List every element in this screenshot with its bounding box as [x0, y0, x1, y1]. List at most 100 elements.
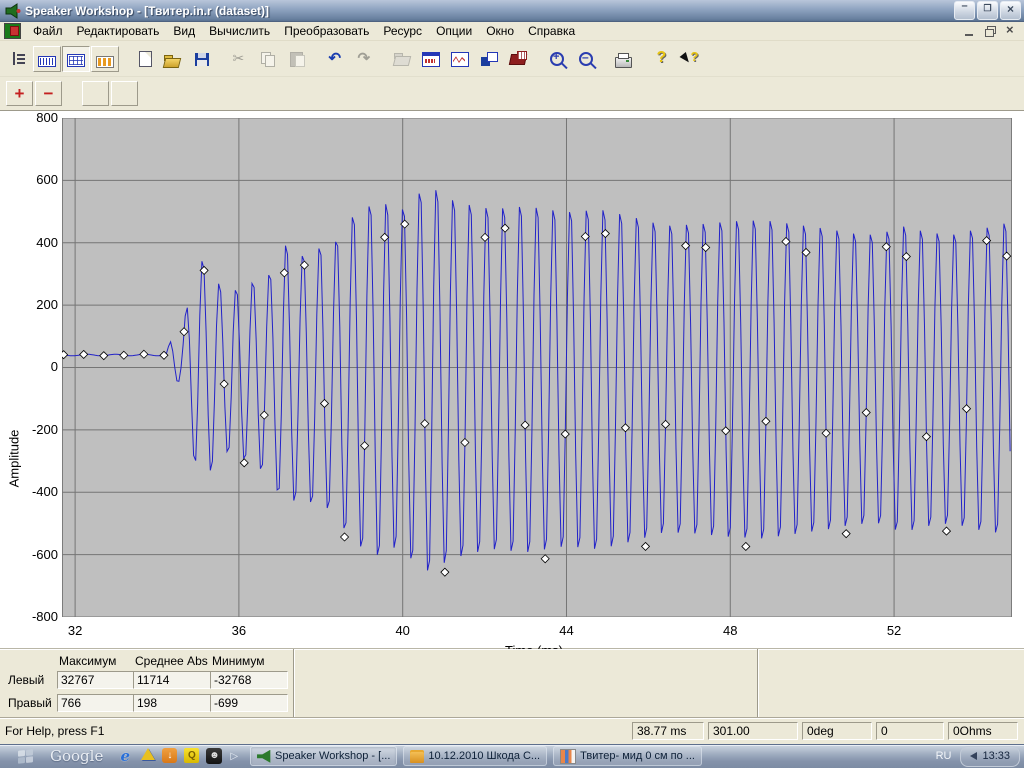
- chart-line-button[interactable]: [446, 46, 474, 72]
- stats-row-label: Правый: [8, 696, 52, 710]
- save-chart-button[interactable]: [475, 46, 503, 72]
- y-tick-label: 0: [14, 359, 58, 374]
- copy-button: [254, 46, 282, 72]
- taskbar-window-button-1[interactable]: Speaker Workshop - [...: [250, 746, 397, 766]
- restore-button[interactable]: [977, 1, 998, 20]
- help-button[interactable]: [647, 46, 675, 72]
- windows-start-icon[interactable]: [18, 749, 33, 764]
- view-ruler-icon: [38, 56, 56, 67]
- tree-view-icon: [10, 51, 27, 67]
- volume-tray-icon[interactable]: [970, 752, 977, 760]
- menu-item-3[interactable]: Вид: [166, 22, 202, 40]
- x-tick-label: 32: [58, 623, 92, 638]
- menu-bar: ФайлРедактироватьВидВычислитьПреобразова…: [0, 22, 1024, 41]
- daemon-tools-icon[interactable]: [141, 748, 155, 760]
- menu-item-8[interactable]: Окно: [479, 22, 521, 40]
- menu-item-1[interactable]: Файл: [26, 22, 70, 40]
- remove-point-button[interactable]: −: [35, 81, 62, 106]
- stats-value-field: 198: [133, 694, 211, 712]
- blank-2-button: [111, 81, 138, 106]
- mdi-close-button[interactable]: [1001, 23, 1020, 39]
- view-ruler-button[interactable]: [33, 46, 61, 72]
- taskbar: Google e ↓ Q ☻ ▷ Speaker Workshop - [... 10.…: [0, 744, 1024, 768]
- view-table-dotted-button[interactable]: [62, 46, 90, 72]
- menu-item-2[interactable]: Редактировать: [70, 22, 167, 40]
- minimize-button[interactable]: [954, 1, 975, 20]
- context-help-icon: [682, 51, 699, 67]
- download-manager-icon[interactable]: ↓: [162, 748, 177, 763]
- menu-item-7[interactable]: Опции: [429, 22, 479, 40]
- waveform-chart: Amplitude Time (ms) 8006004002000-200-40…: [0, 111, 1024, 649]
- y-tick-label: 600: [14, 172, 58, 187]
- zoom-out-button[interactable]: [571, 46, 599, 72]
- view-table-cells-button[interactable]: [91, 46, 119, 72]
- redo-button: [350, 46, 378, 72]
- system-tray[interactable]: 13:33: [960, 746, 1020, 767]
- menu-item-6[interactable]: Ресурс: [376, 22, 429, 40]
- waveform-svg: [62, 118, 1012, 617]
- context-help-button[interactable]: [676, 46, 704, 72]
- stats-value-field: 766: [57, 694, 135, 712]
- export-chart-button[interactable]: [504, 46, 532, 72]
- media-player-icon[interactable]: ☻: [206, 748, 222, 764]
- taskbar-window-button-3[interactable]: Твитер- мид 0 см по ...: [553, 746, 702, 766]
- mdi-restore-button[interactable]: [981, 23, 1000, 39]
- undo-button[interactable]: [321, 46, 349, 72]
- x-tick-label: 48: [713, 623, 747, 638]
- view-table-cells-icon: [96, 56, 114, 68]
- stats-header: Минимум: [212, 654, 265, 668]
- x-tick-label: 52: [877, 623, 911, 638]
- status-bar: For Help, press F1 38.77 ms301.000deg00O…: [0, 718, 1024, 743]
- taskbar-clock: 13:33: [982, 750, 1010, 762]
- zoom-out-icon: [579, 52, 593, 66]
- chart-line-icon: [451, 52, 469, 67]
- zoom-in-icon: [550, 52, 564, 66]
- save-chart-icon: [481, 51, 498, 67]
- plot-area[interactable]: [62, 118, 1012, 617]
- view-table-dotted-icon: [67, 54, 85, 67]
- zoom-in-button[interactable]: [542, 46, 570, 72]
- menu-item-9[interactable]: Справка: [521, 22, 582, 40]
- tree-view-button[interactable]: [4, 46, 32, 72]
- help-icon: [653, 51, 670, 67]
- folder-task-icon: [410, 750, 424, 763]
- add-point-button[interactable]: +: [6, 81, 33, 106]
- save-button[interactable]: [187, 46, 215, 72]
- qip-messenger-icon[interactable]: Q: [184, 748, 199, 763]
- y-tick-label: -200: [14, 422, 58, 437]
- new-document-button[interactable]: [129, 46, 157, 72]
- dataset-toolbar: +−: [0, 77, 1024, 111]
- google-deskbar[interactable]: Google: [50, 747, 103, 765]
- y-tick-label: 200: [14, 297, 58, 312]
- title-bar: Speaker Workshop - [Твитер.in.r (dataset…: [0, 0, 1024, 22]
- stats-header: Среднее Abs: [135, 654, 208, 668]
- internet-explorer-icon[interactable]: e: [116, 748, 134, 765]
- language-indicator[interactable]: RU: [936, 750, 952, 762]
- status-field-cursor-amplitude: 301.00: [708, 722, 798, 740]
- y-tick-label: -600: [14, 547, 58, 562]
- speaker-workshop-window: Speaker Workshop - [Твитер.in.r (dataset…: [0, 0, 1024, 768]
- task-label: 10.12.2010 Шкода С...: [428, 750, 540, 762]
- stats-value-field: 11714: [133, 671, 211, 689]
- paste-button: [283, 46, 311, 72]
- open-folder-icon: [164, 55, 180, 67]
- stats-row-label: Левый: [8, 673, 44, 687]
- open-folder-button[interactable]: [158, 46, 186, 72]
- quick-launch-expand-icon[interactable]: ▷: [230, 751, 238, 762]
- mdi-minimize-button[interactable]: [961, 23, 980, 39]
- save-icon: [195, 53, 209, 66]
- chart-window-button[interactable]: [417, 46, 445, 72]
- close-button[interactable]: [1000, 1, 1021, 20]
- stats-value-field: 32767: [57, 671, 135, 689]
- taskbar-window-button-2[interactable]: 10.12.2010 Шкода С...: [403, 746, 547, 766]
- cut-icon: [231, 51, 248, 67]
- menu-item-5[interactable]: Преобразовать: [277, 22, 376, 40]
- status-field-impedance: 0Ohms: [948, 722, 1018, 740]
- x-tick-label: 40: [386, 623, 420, 638]
- print-button[interactable]: [609, 46, 637, 72]
- x-tick-label: 36: [222, 623, 256, 638]
- copy-icon: [260, 51, 277, 67]
- statistics-panel: МаксимумСреднее AbsМинимумЛевый327671171…: [0, 649, 1024, 718]
- menu-item-4[interactable]: Вычислить: [202, 22, 277, 40]
- panel-divider-2: [757, 649, 758, 717]
